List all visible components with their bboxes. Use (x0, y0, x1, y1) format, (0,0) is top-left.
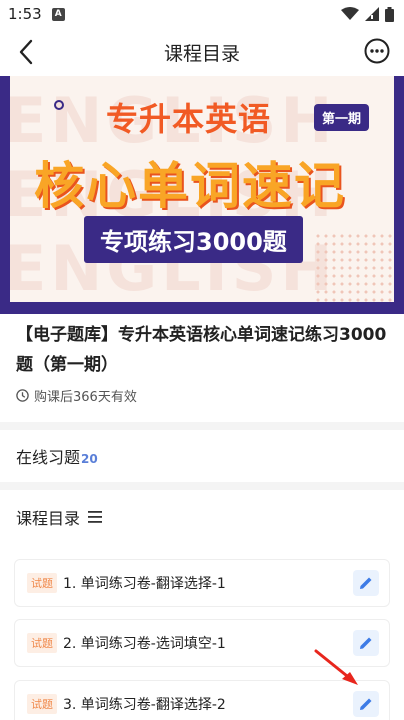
online-exercises-label: 在线习题 (16, 448, 81, 467)
page-title: 课程目录 (163, 42, 240, 65)
lesson-name: 3. 单词练习卷-翻译选择-2 (63, 697, 226, 713)
list-menu-icon (88, 511, 103, 523)
more-options-icon (364, 38, 390, 64)
status-bar: 1:53 A (0, 0, 404, 28)
lesson-name: 1. 单词练习卷-翻译选择-1 (63, 576, 226, 592)
section-divider (0, 482, 404, 490)
status-time: 1:53 (8, 5, 42, 23)
course-title: 【电子题库】专升本英语核心单词速记练习3000题（第一期） (16, 325, 387, 375)
catalog-header: 课程目录 (16, 505, 103, 529)
more-button[interactable] (364, 38, 390, 64)
course-banner: ENGLISH ENGLISH ENGLISH 专升本英语 第一期 核心单词速记… (0, 76, 404, 314)
section-divider (0, 422, 404, 430)
validity-text: 购课后366天有效 (34, 390, 137, 405)
signal-icon (365, 7, 379, 21)
banner-main-text: 核心单词速记 (34, 157, 346, 215)
edit-button[interactable] (353, 570, 379, 596)
lesson-tag: 试题 (27, 573, 57, 593)
back-arrow-icon (19, 39, 33, 65)
lesson-name: 2. 单词练习卷-选词填空-1 (63, 636, 226, 652)
banner-sub-text: 专项练习3000题 (84, 216, 303, 263)
nav-bar: 课程目录 (0, 28, 404, 76)
catalog-label: 课程目录 (16, 509, 81, 528)
banner-top-text: 专升本英语 (106, 100, 272, 138)
banner-dot-pattern (314, 232, 394, 302)
annotation-arrow-icon (314, 649, 358, 685)
clock-icon (16, 389, 29, 402)
notification-icon: A (51, 7, 65, 21)
banner-issue-badge: 第一期 (314, 104, 370, 131)
wifi-icon (341, 7, 359, 20)
online-exercises-row[interactable]: 在线习题 20 (16, 444, 98, 468)
banner-card: ENGLISH ENGLISH ENGLISH 专升本英语 第一期 核心单词速记… (10, 76, 394, 302)
online-exercises-count: 20 (81, 452, 98, 466)
edit-button[interactable] (353, 691, 379, 717)
banner-circle-decoration (54, 100, 64, 110)
lesson-tag: 试题 (27, 694, 57, 714)
lesson-tag: 试题 (27, 633, 57, 653)
pencil-icon (360, 698, 372, 710)
lesson-item[interactable]: 试题 1. 单词练习卷-翻译选择-1 (14, 559, 390, 607)
validity-row: 购课后366天有效 (16, 386, 388, 405)
status-icons (341, 6, 394, 22)
course-info: 【电子题库】专升本英语核心单词速记练习3000题（第一期） 购课后366天有效 (16, 320, 388, 405)
battery-icon (385, 6, 394, 22)
pencil-icon (360, 577, 372, 589)
back-button[interactable] (12, 38, 40, 66)
